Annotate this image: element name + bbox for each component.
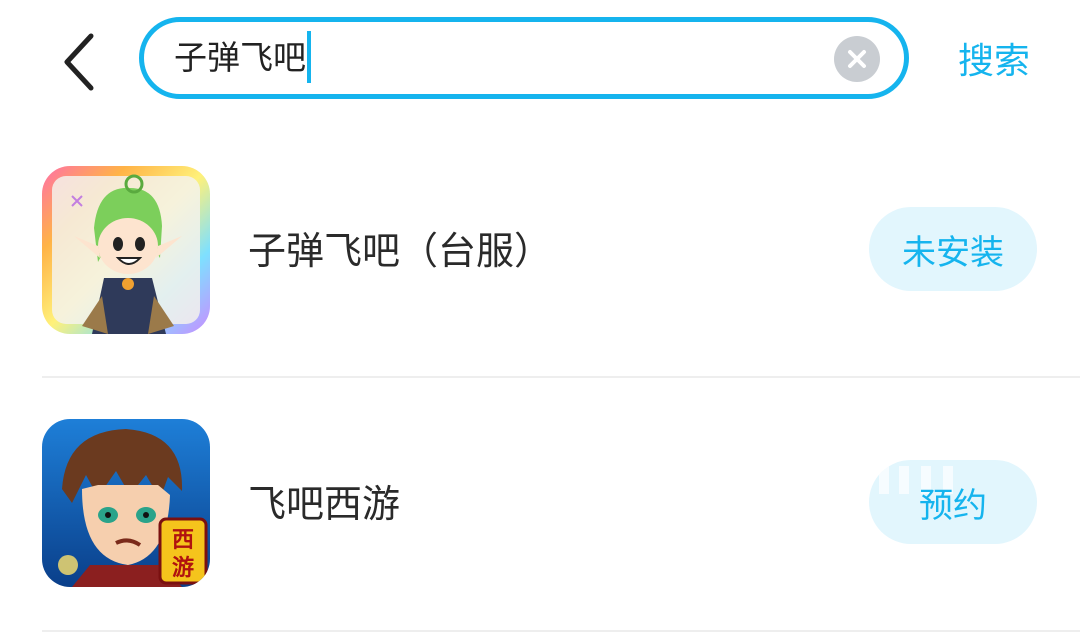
result-item[interactable]: 子弹飞吧（台服） 未安装 [0,126,1080,376]
app-name: 飞吧西游 [248,482,401,526]
reserve-button-label: 预约 [919,485,987,526]
install-status-button[interactable]: 未安装 [869,207,1037,291]
app-icon[interactable]: 西 游 [42,419,210,587]
back-arrow-icon [64,33,94,91]
close-icon [848,50,866,68]
result-item[interactable]: 西 游 飞吧西游 预约 [0,378,1080,628]
search-button[interactable]: 搜索 [958,38,1030,86]
back-button[interactable] [44,22,114,102]
app-icon[interactable] [42,166,210,334]
app-name: 子弹飞吧（台服） [248,229,553,273]
icon-badge-text-top: 西 [172,528,194,553]
reserve-button[interactable]: 预约 [869,460,1037,544]
icon-badge-text-bottom: 游 [172,555,194,581]
search-box[interactable]: 子弹飞吧 [139,17,909,99]
clear-search-button[interactable] [834,36,880,82]
divider [42,630,1080,632]
game-character-icon [42,166,210,334]
search-input[interactable]: 子弹飞吧 [174,22,774,94]
search-query-text: 子弹飞吧 [174,38,306,77]
game-character-icon: 西 游 [42,419,210,587]
text-caret [307,30,311,83]
search-header: 子弹飞吧 搜索 [0,0,1080,126]
